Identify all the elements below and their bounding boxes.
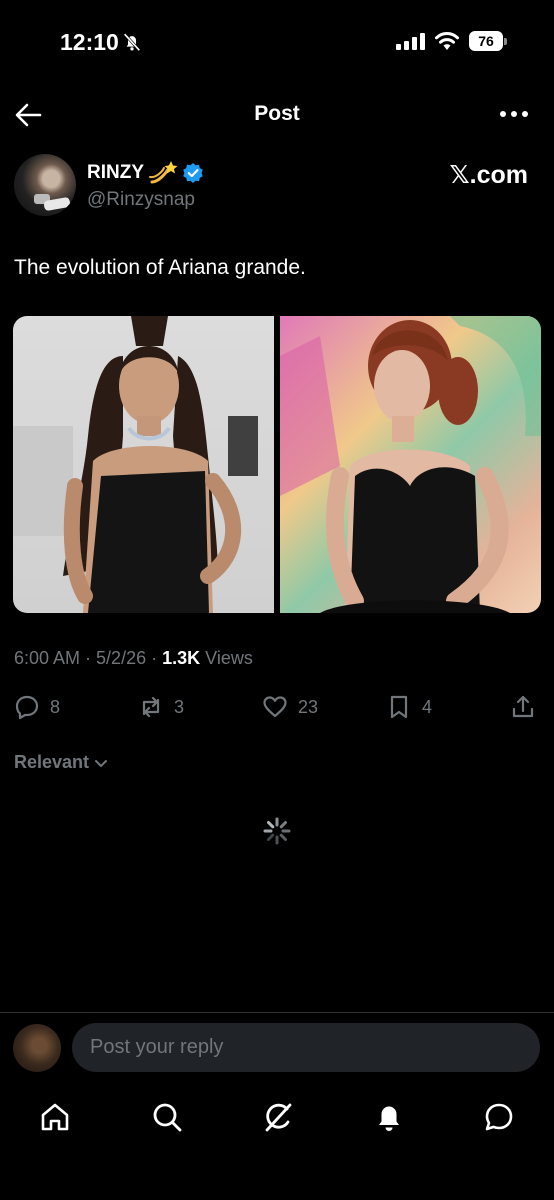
author-name-row[interactable]: RINZY (87, 160, 204, 186)
photo-illustration-1 (13, 316, 258, 613)
media-image-1[interactable] (13, 316, 274, 613)
search-icon (153, 1103, 182, 1132)
nav-notifications[interactable] (372, 1100, 406, 1134)
battery-level: 76 (469, 31, 503, 51)
share-icon (512, 695, 534, 718)
loading-spinner-icon (263, 817, 291, 845)
repost-count: 3 (174, 696, 185, 717)
reply-composer[interactable] (72, 1023, 540, 1072)
views-label[interactable]: Views (205, 648, 253, 668)
post-text: The evolution of Ariana grande. (14, 256, 306, 279)
author-avatar[interactable] (14, 154, 76, 216)
more-horizontal-icon[interactable] (498, 102, 530, 126)
bookmark-button[interactable]: 4 (386, 690, 432, 724)
meta-separator: · (146, 648, 163, 668)
post-meta: 6:00 AM · 5/2/26 · 1.3K Views (14, 648, 253, 669)
meta-separator: · (80, 648, 97, 668)
reply-button[interactable]: 8 (14, 690, 60, 724)
nav-grok[interactable] (261, 1100, 295, 1134)
like-button[interactable]: 23 (262, 690, 318, 724)
post-actions: 8 3 23 4 (0, 690, 554, 724)
user-avatar[interactable] (13, 1024, 61, 1072)
media-image-2[interactable] (280, 316, 541, 613)
page-title: Post (254, 102, 300, 125)
author-handle[interactable]: @Rinzysnap (87, 189, 195, 211)
photo-illustration-2 (280, 316, 541, 613)
top-bar: Post (0, 90, 554, 140)
nav-messages[interactable] (482, 1100, 516, 1134)
battery-indicator: 76 (469, 31, 509, 51)
battery-cap (504, 38, 507, 45)
reply-input[interactable] (90, 1023, 520, 1072)
source-watermark: 𝕏.com (449, 161, 529, 189)
chevron-down-icon (95, 759, 108, 767)
share-button[interactable] (510, 690, 536, 724)
reply-count: 8 (50, 696, 61, 717)
wifi-icon (435, 32, 459, 50)
nav-search[interactable] (150, 1100, 184, 1134)
grok-icon (265, 1103, 292, 1132)
nav-home[interactable] (38, 1100, 72, 1134)
verified-badge-icon (183, 163, 203, 183)
signal-icon (396, 33, 425, 50)
post-date: 5/2/26 (96, 648, 147, 668)
bookmark-count: 4 (422, 696, 433, 717)
author-name[interactable]: RINZY (87, 162, 144, 184)
bottom-nav (0, 1092, 554, 1142)
home-icon (41, 1103, 69, 1131)
heart-icon (263, 696, 287, 718)
messages-icon (485, 1103, 513, 1131)
views-count[interactable]: 1.3K (162, 648, 200, 668)
bell-off-icon (123, 33, 141, 52)
replies-sort-dropdown[interactable]: Relevant (14, 752, 109, 773)
post-time: 6:00 AM (14, 648, 81, 668)
replies-sort-label: Relevant (14, 752, 90, 772)
status-bar: 12:10 76 (0, 0, 554, 80)
reply-icon (15, 695, 39, 720)
notifications-icon (379, 1106, 399, 1131)
repost-icon (142, 696, 160, 718)
status-time: 12:10 (60, 29, 119, 55)
post-media[interactable] (13, 316, 541, 613)
repost-button[interactable]: 3 (138, 690, 184, 724)
like-count: 23 (298, 696, 319, 717)
dizzy-emoji-icon (149, 161, 178, 184)
bookmark-icon (390, 695, 408, 719)
composer-divider (0, 1012, 554, 1013)
